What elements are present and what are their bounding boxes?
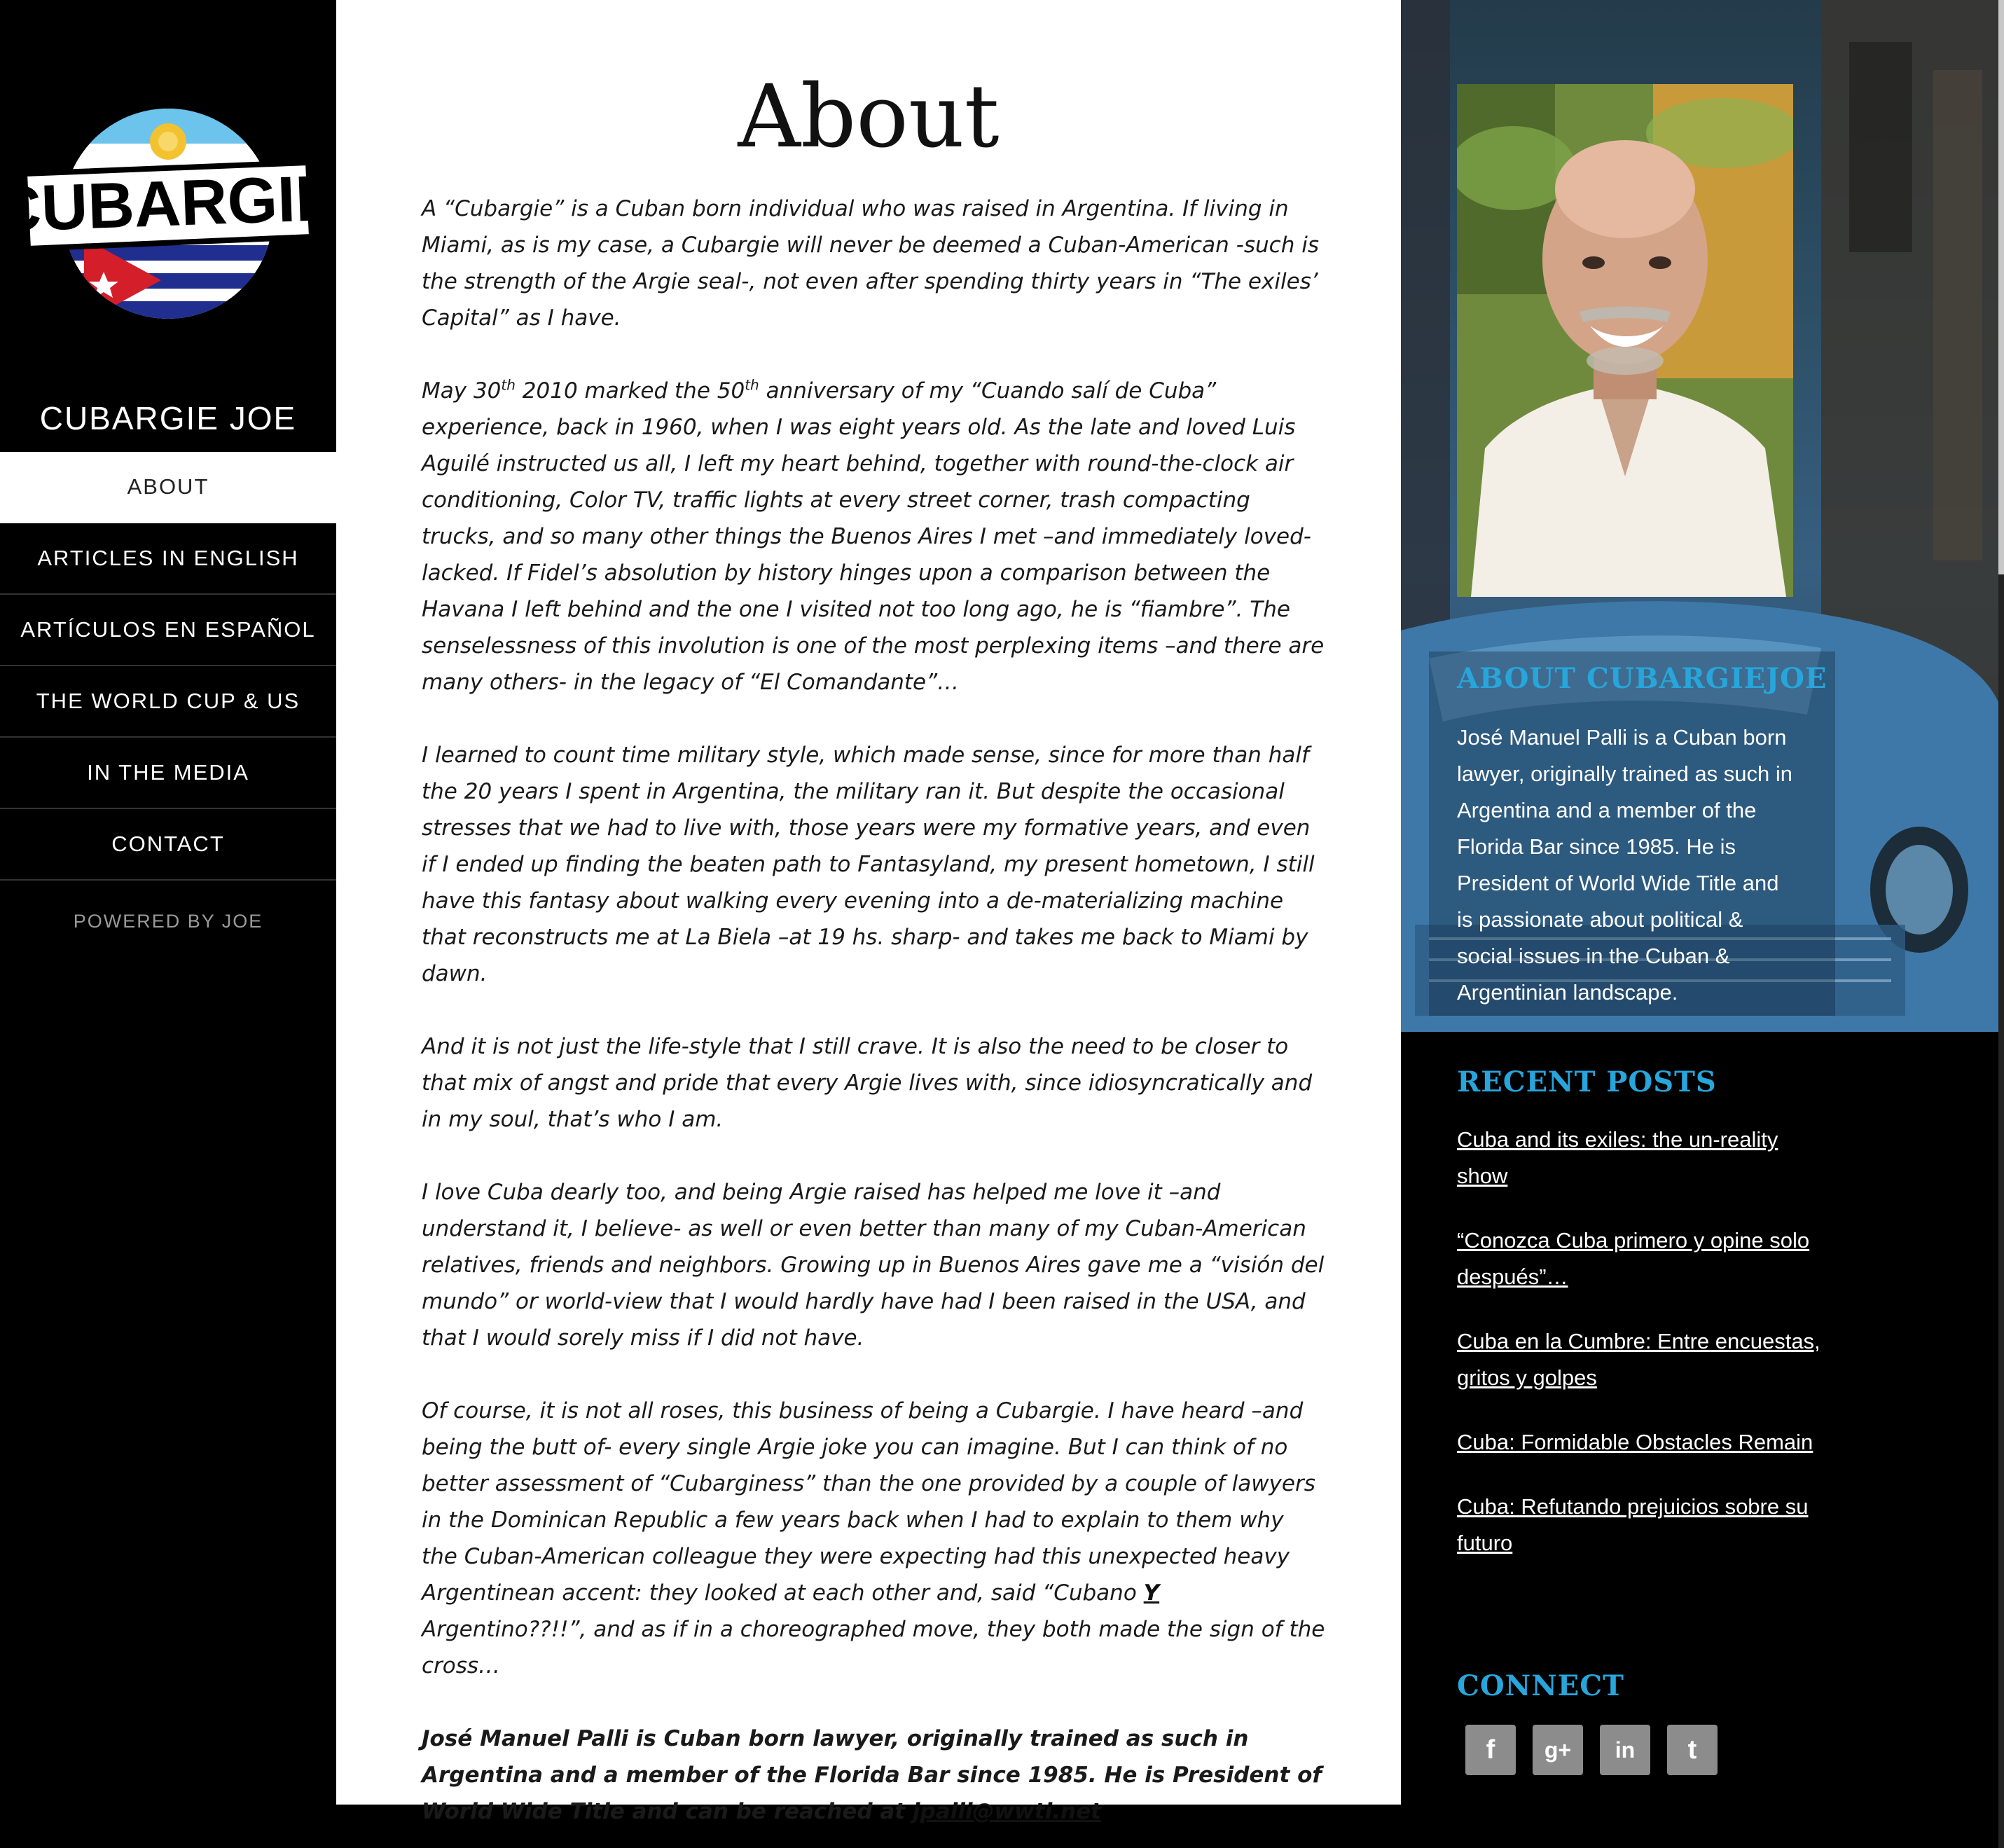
site-logo[interactable]: CUBARGIE — [0, 105, 340, 322]
page-title: About — [738, 67, 1000, 167]
recent-posts-heading: RECENT POSTS — [1457, 1066, 1717, 1098]
logo-text: CUBARGIE — [21, 162, 315, 245]
list-item: Cuba and its exiles: the un-reality show — [1457, 1122, 1821, 1194]
article-paragraph: Of course, it is not all roses, this bus… — [422, 1398, 1325, 1678]
nav-item-articulos-espanol[interactable]: ARTÍCULOS EN ESPAÑOL — [0, 595, 336, 666]
article-paragraph: I love Cuba dearly too, and being Argie … — [422, 1180, 1325, 1351]
recent-posts-list: Cuba and its exiles: the un-reality show… — [1457, 1122, 1821, 1590]
left-sidebar: CUBARGIE CUBARGIE JOE ABOUT ARTICLES IN … — [0, 0, 340, 1848]
recent-post-link[interactable]: Cuba: Refutando prejuicios sobre su futu… — [1457, 1494, 1808, 1555]
site-title[interactable]: CUBARGIE JOE — [0, 399, 336, 437]
list-item: “Conozca Cuba primero y opine solo despu… — [1457, 1222, 1821, 1295]
twitter-icon[interactable]: t — [1667, 1725, 1718, 1775]
connect-heading: CONNECT — [1457, 1669, 1624, 1702]
recent-post-link[interactable]: Cuba en la Cumbre: Entre encuestas, grit… — [1457, 1329, 1820, 1390]
nav-item-in-the-media[interactable]: IN THE MEDIA — [0, 738, 336, 809]
nav-item-contact[interactable]: CONTACT — [0, 809, 336, 881]
google-plus-icon[interactable]: g+ — [1533, 1725, 1583, 1775]
main-content: About A “Cubargie” is a Cuban born indiv… — [336, 0, 1401, 1824]
list-item: Cuba: Formidable Obstacles Remain — [1457, 1424, 1821, 1461]
list-item: Cuba: Refutando prejuicios sobre su futu… — [1457, 1489, 1821, 1561]
article-paragraph: And it is not just the life-style that I… — [422, 1034, 1313, 1132]
linkedin-icon[interactable]: in — [1600, 1725, 1650, 1775]
about-widget-text: José Manuel Palli is a Cuban born lawyer… — [1457, 725, 1793, 1005]
powered-by-text: POWERED BY JOE — [73, 911, 263, 932]
right-sidebar: ABOUT CUBARGIEJOE José Manuel Palli is a… — [1401, 0, 2004, 1848]
main-navigation: ABOUT ARTICLES IN ENGLISH ARTÍCULOS EN E… — [0, 452, 336, 881]
cubargie-logo-graphic: CUBARGIE — [0, 109, 340, 319]
recent-post-link[interactable]: Cuba and its exiles: the un-reality show — [1457, 1127, 1778, 1188]
list-item: Cuba en la Cumbre: Entre encuestas, grit… — [1457, 1323, 1821, 1396]
recent-post-link[interactable]: “Conozca Cuba primero y opine solo despu… — [1457, 1228, 1809, 1289]
author-bio-paragraph: José Manuel Palli is Cuban born lawyer, … — [422, 1726, 1322, 1824]
facebook-icon[interactable]: f — [1465, 1725, 1516, 1775]
about-widget-heading: ABOUT CUBARGIEJOE — [1457, 662, 1827, 695]
scrollbar-thumb[interactable] — [1998, 0, 2004, 574]
article-paragraph: May 30th 2010 marked the 50th anniversar… — [422, 376, 1325, 695]
author-photo — [1457, 84, 1793, 597]
recent-post-link[interactable]: Cuba: Formidable Obstacles Remain — [1457, 1430, 1813, 1454]
cubano-y-link[interactable]: Y — [1144, 1580, 1159, 1606]
nav-item-about[interactable]: ABOUT — [0, 452, 336, 523]
author-portrait — [1457, 84, 1793, 597]
nav-item-world-cup[interactable]: THE WORLD CUP & US — [0, 666, 336, 738]
article-paragraph: I learned to count time military style, … — [422, 743, 1315, 986]
author-email-link[interactable]: jpalli@wwti.net — [913, 1799, 1101, 1824]
article-body: A “Cubargie” is a Cuban born individual … — [422, 191, 1325, 1848]
nav-item-articles-english[interactable]: ARTICLES IN ENGLISH — [0, 523, 336, 595]
article-paragraph: A “Cubargie” is a Cuban born individual … — [422, 196, 1319, 331]
